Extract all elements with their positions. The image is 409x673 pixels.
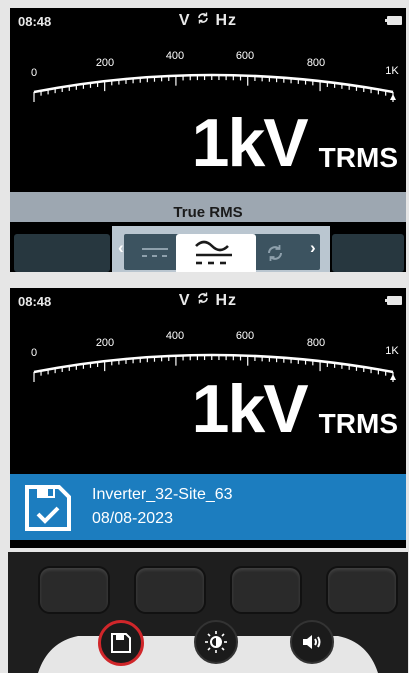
softkey-4[interactable] — [326, 566, 398, 614]
battery-icon — [385, 16, 402, 25]
cycle-icon[interactable] — [264, 242, 286, 264]
softkey-3[interactable] — [230, 566, 302, 614]
brightness-icon — [205, 631, 227, 653]
softkey-left[interactable] — [14, 234, 110, 272]
softkey-1[interactable] — [38, 566, 110, 614]
dc-icon[interactable] — [140, 244, 170, 262]
scale-arc — [33, 73, 394, 94]
scale-label: 0 — [31, 67, 37, 79]
file-date: 08/08-2023 — [92, 510, 173, 527]
scale-label: 800 — [307, 337, 325, 349]
selector-right-arrow[interactable]: › — [310, 238, 316, 258]
mode-volt: V — [178, 12, 191, 29]
scale-label: 600 — [236, 50, 254, 62]
speaker-icon — [303, 635, 321, 649]
save-button[interactable] — [98, 620, 144, 666]
scale-label: 0 — [31, 347, 37, 359]
reading-value: 1kV — [191, 371, 309, 447]
mode-hz: Hz — [215, 292, 238, 309]
file-name: Inverter_32-Site_63 — [92, 486, 233, 503]
main-reading: 1kV TRMS — [192, 104, 398, 182]
mode-volt: V — [178, 292, 191, 309]
volume-button[interactable] — [290, 620, 334, 664]
reading-unit: TRMS — [318, 142, 398, 173]
scale-label: 800 — [307, 57, 325, 69]
status-bar: 08:48 V Hz — [10, 288, 406, 316]
meter-display-top: 08:48 V Hz 0 200 400 600 800 1K 1kV TRMS … — [10, 8, 406, 272]
scale-label: 400 — [166, 50, 184, 62]
scale-label: 1K — [385, 65, 399, 77]
softkey-right[interactable] — [332, 234, 404, 272]
ac-dc-cycle-icon — [196, 11, 210, 30]
ac-dc-icon — [195, 240, 232, 265]
status-bar: 08:48 V Hz — [10, 8, 406, 36]
pointer-marker — [390, 94, 396, 100]
save-icon — [111, 633, 131, 653]
mode-hz: Hz — [215, 12, 238, 29]
battery-icon — [385, 296, 402, 305]
scale-ticks — [33, 75, 394, 102]
reading-unit: TRMS — [318, 408, 398, 439]
ac-dc-cycle-icon — [196, 291, 210, 310]
reading-value: 1kV — [191, 105, 309, 181]
scale-label: 200 — [96, 337, 114, 349]
save-check-icon — [25, 485, 71, 531]
main-reading: 1kV TRMS — [192, 370, 398, 448]
selector-left-arrow[interactable]: ‹ — [118, 238, 124, 258]
scale-label: 1K — [385, 345, 399, 357]
scale-label: 200 — [96, 57, 114, 69]
softkey-2[interactable] — [134, 566, 206, 614]
brightness-button[interactable] — [194, 620, 238, 664]
rms-title: True RMS — [173, 204, 243, 221]
analog-scale: 0 200 400 600 800 1K — [31, 50, 399, 102]
scale-label: 600 — [236, 330, 254, 342]
mode-indicator: V Hz — [10, 11, 406, 30]
saved-file-banner: Inverter_32-Site_63 08/08-2023 — [10, 474, 406, 540]
mode-indicator: V Hz — [10, 291, 406, 310]
scale-label: 400 — [166, 330, 184, 342]
